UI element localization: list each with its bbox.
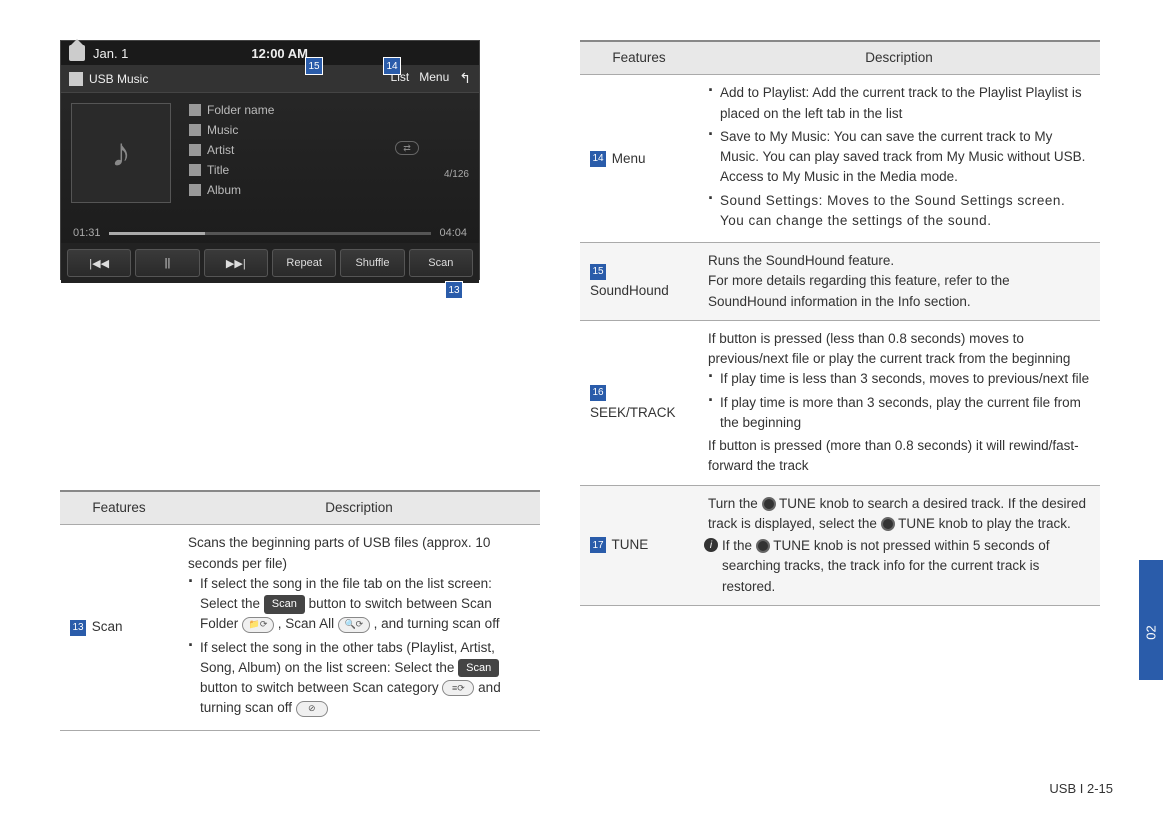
tune-knob-icon <box>756 539 770 553</box>
feature-name: SoundHound <box>590 283 669 298</box>
feature-name: TUNE <box>612 537 649 552</box>
home-icon <box>69 45 85 61</box>
prev-button: |◀◀ <box>67 249 131 277</box>
desc-text: Runs the SoundHound feature. <box>708 251 1090 271</box>
desc-text: For more details regarding this feature,… <box>708 271 1090 312</box>
page-footer: USB I 2-15 <box>1049 781 1113 796</box>
shuffle-indicator-icon: ⇄ <box>395 141 419 155</box>
artist-icon <box>189 144 201 156</box>
progress-bar <box>109 232 432 235</box>
left-feature-table: Features Description 13 Scan Scans the b… <box>60 490 540 731</box>
info-icon: i <box>704 538 718 552</box>
title-icon <box>189 164 201 176</box>
th-features: Features <box>580 41 698 75</box>
callout-14: 14 <box>383 57 401 75</box>
feature-number: 15 <box>590 264 606 280</box>
list-item: Sound Settings: Moves to the Sound Setti… <box>708 191 1090 232</box>
album-icon <box>189 184 201 196</box>
folder-name: Folder name <box>207 103 274 117</box>
duration-time: 04:04 <box>439 227 467 239</box>
feature-number: 17 <box>590 537 606 553</box>
folder-icon <box>189 104 201 116</box>
table-row: 14 Menu Add to Playlist: Add the current… <box>580 75 1100 243</box>
next-button: ▶▶| <box>204 249 268 277</box>
shuffle-button: Shuffle <box>340 249 404 277</box>
table-row: 17 TUNE Turn the TUNE knob to search a d… <box>580 485 1100 605</box>
th-description: Description <box>698 41 1100 75</box>
list-item: Save to My Music: You can save the curre… <box>708 127 1090 188</box>
tune-knob-icon <box>762 497 776 511</box>
scan-all-icon: 🔍⟳ <box>338 617 370 633</box>
menu-tab: Menu <box>419 70 449 87</box>
tune-knob-icon <box>881 517 895 531</box>
list-item: If select the song in the other tabs (Pl… <box>188 638 530 719</box>
feature-name: SEEK/TRACK <box>590 405 676 420</box>
desc-text: If button is pressed (less than 0.8 seco… <box>708 329 1090 370</box>
th-features: Features <box>60 491 178 525</box>
player-screenshot: Jan. 1 12:00 AM USB Music List Menu ↰ ♪ … <box>60 40 480 280</box>
usb-icon <box>69 72 83 86</box>
callout-15: 15 <box>305 57 323 75</box>
feature-number: 14 <box>590 151 606 167</box>
table-row: 16 SEEK/TRACK If button is pressed (less… <box>580 320 1100 485</box>
th-description: Description <box>178 491 540 525</box>
table-row: 13 Scan Scans the beginning parts of USB… <box>60 525 540 730</box>
feature-name: Scan <box>92 619 123 634</box>
desc-info: i If the TUNE knob is not pressed within… <box>708 536 1090 597</box>
pause-button: || <box>135 249 199 277</box>
repeat-button: Repeat <box>272 249 336 277</box>
scan-folder-icon: 📁⟳ <box>242 617 274 633</box>
list-item: If play time is less than 3 seconds, mov… <box>708 369 1090 389</box>
scan-button: Scan <box>409 249 473 277</box>
right-feature-table: Features Description 14 Menu Add to Play… <box>580 40 1100 606</box>
title-label: Title <box>207 163 229 177</box>
scan-category-icon: ≡⟳ <box>442 680 474 696</box>
scan-pill-icon: Scan <box>458 659 499 678</box>
scan-off-icon: ⊘ <box>296 701 328 717</box>
album-label: Album <box>207 183 241 197</box>
album-art-placeholder: ♪ <box>71 103 171 203</box>
elapsed-time: 01:31 <box>73 227 101 239</box>
list-item: If select the song in the file tab on th… <box>188 574 530 635</box>
scan-pill-icon: Scan <box>264 595 305 614</box>
track-counter: 4/126 <box>444 169 469 180</box>
music-label: Music <box>207 123 238 137</box>
scan-intro: Scans the beginning parts of USB files (… <box>188 533 530 574</box>
screen-title: USB Music <box>89 72 148 86</box>
desc-text: Turn the TUNE knob to search a desired t… <box>708 494 1090 535</box>
section-number: 02 <box>1144 625 1159 639</box>
section-tab: 02 <box>1139 560 1163 680</box>
list-item: If play time is more than 3 seconds, pla… <box>708 393 1090 434</box>
artist-label: Artist <box>207 143 234 157</box>
feature-name: Menu <box>612 151 646 166</box>
desc-text: If button is pressed (more than 0.8 seco… <box>708 436 1090 477</box>
feature-number: 16 <box>590 385 606 401</box>
list-item: Add to Playlist: Add the current track t… <box>708 83 1090 124</box>
clock-label: 12:00 AM <box>251 46 308 61</box>
date-label: Jan. 1 <box>93 46 128 61</box>
feature-number: 13 <box>70 620 86 636</box>
back-arrow-icon: ↰ <box>459 70 471 87</box>
callout-13: 13 <box>445 281 463 299</box>
music-icon <box>189 124 201 136</box>
table-row: 15 SoundHound Runs the SoundHound featur… <box>580 243 1100 321</box>
